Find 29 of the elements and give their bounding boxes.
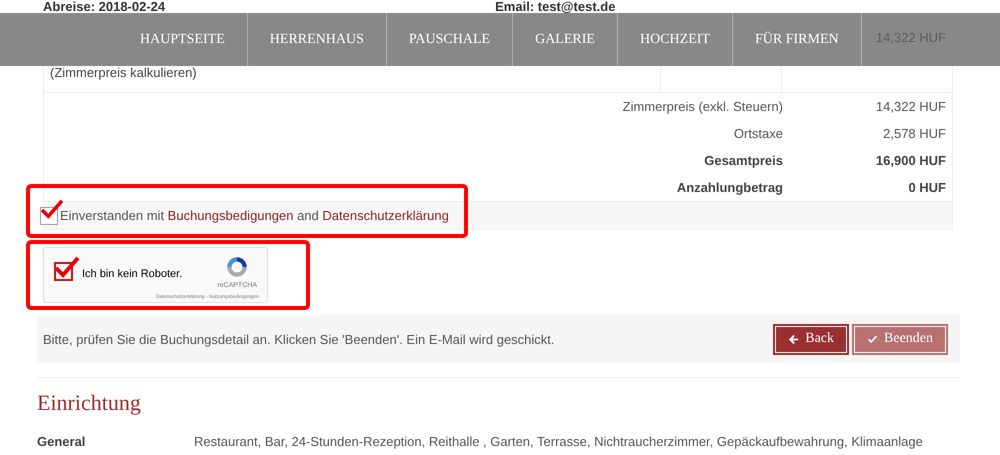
consent-text: Einverstanden mit Buchungsbedigungen and Datenschutzerklärung (60, 208, 449, 223)
summary-label: Gesamtpreis (703, 153, 783, 168)
facility-label: General (37, 434, 86, 449)
email-address: Email: test@test.de (495, 0, 616, 13)
nav-link[interactable]: FÜR FIRMEN (732, 13, 862, 66)
summary-label: Anzahlungbetrag (676, 180, 783, 195)
summary-label: Zimmerpreis (exkl. Steuern) (622, 99, 783, 114)
privacy-link[interactable]: Datenschutzerklärung (322, 208, 449, 223)
summary-value: 2,578 HUF (882, 126, 947, 141)
back-button[interactable]: Back (773, 324, 850, 354)
nav-link[interactable]: PAUSCHALE (386, 13, 514, 66)
summary-label: Ortstaxe (732, 126, 783, 141)
terms-link[interactable]: Buchungsbedigungen (168, 208, 294, 223)
captcha-label: Ich bin kein Roboter. (82, 268, 182, 280)
nav-link[interactable]: HERRENHAUS (248, 13, 387, 66)
calculate-link[interactable]: (Zimmerpreis kalkulieren) (50, 65, 660, 80)
summary-value: 14,322 HUF (874, 99, 947, 114)
checkmark-icon (867, 334, 878, 344)
nav-link[interactable]: GALERIE (513, 13, 618, 66)
summary-value: 0 HUF (907, 180, 947, 195)
notice-text: Bitte, prüfen Sie die Buchungsdetail an. Klicken Sie 'Beenden'. Ein E-Mail wird geschickt. (43, 332, 555, 346)
check-mark-icon (54, 256, 80, 278)
departure-date: Abreise: 2018-02-24 (43, 0, 166, 13)
section-heading: Einrichtung (37, 377, 960, 416)
nav-link[interactable]: HOCHZEIT (618, 13, 733, 66)
arrow-left-icon (788, 334, 800, 344)
nav-link[interactable]: HAUPTSEITE (118, 13, 248, 66)
facility-list: Restaurant, Bar, 24-Stunden-Rezeption, Reithalle , Garten, Terrasse, Nichtraucherzimmer, Gepäckaufbewahrung, Klimaanlage (194, 434, 923, 449)
summary-value: 16,900 HUF (874, 153, 947, 168)
